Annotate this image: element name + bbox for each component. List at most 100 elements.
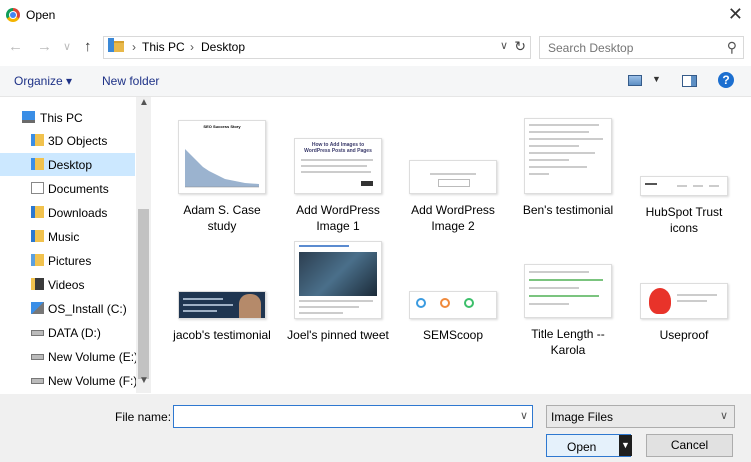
text-line: [430, 173, 476, 175]
input-mark: [438, 179, 470, 187]
back-arrow-icon[interactable]: ←: [8, 38, 23, 55]
3d-objects-folder-icon: [31, 134, 44, 146]
file-name: Add WordPress Image 2: [411, 203, 495, 233]
file-thumbnail: [178, 291, 266, 319]
file-name: Useproof: [659, 328, 709, 342]
text-line: [299, 312, 343, 314]
computer-icon: [22, 111, 35, 123]
chevron-down-icon[interactable]: ∨: [520, 409, 528, 422]
file-name: HubSpot Trust icons: [645, 205, 723, 235]
view-options-dropdown-icon[interactable]: ▼: [652, 74, 661, 84]
window-title: Open: [26, 8, 56, 22]
file-type-select[interactable]: Image Files ∨: [546, 405, 735, 428]
thumbnail-graph: [185, 149, 259, 188]
sidebar-item-3d-objects[interactable]: 3D Objects: [0, 129, 135, 152]
breadcrumb-this-pc[interactable]: This PC: [142, 40, 185, 54]
sidebar-item-downloads[interactable]: Downloads: [0, 201, 135, 224]
breadcrumb-desktop[interactable]: Desktop: [201, 40, 245, 54]
text-line: [529, 166, 587, 168]
tab-strip-mark: [299, 245, 349, 247]
sidebar-item-this-pc[interactable]: This PC: [0, 106, 135, 129]
downloads-icon: [31, 206, 44, 218]
gauge-mark: [440, 298, 450, 308]
sidebar-item-new-volume-e[interactable]: New Volume (E:): [0, 345, 138, 368]
open-button-label: Open: [567, 440, 597, 454]
search-box[interactable]: ⚲: [539, 36, 744, 59]
sidebar-scrollbar[interactable]: ▲ ▼: [136, 97, 151, 393]
sidebar-item-new-volume-f[interactable]: New Volume (F:): [0, 369, 138, 392]
logo-mark: [677, 185, 687, 187]
cancel-button[interactable]: Cancel: [646, 434, 733, 457]
text-line: [301, 171, 371, 173]
file-name: SEMScoop: [422, 328, 484, 342]
change-view-icon[interactable]: [628, 75, 642, 86]
desktop-folder-icon: [31, 158, 44, 170]
search-icon[interactable]: ⚲: [727, 39, 737, 56]
text-line: [677, 300, 707, 302]
text-line: [529, 295, 599, 297]
music-icon: [31, 230, 44, 242]
desktop-folder-icon: [108, 38, 124, 52]
sidebar-item-label: Downloads: [48, 206, 108, 220]
logo-mark: [693, 185, 703, 187]
file-item[interactable]: HubSpot Trust icons: [630, 176, 738, 236]
file-item[interactable]: Joel's pinned tweet: [284, 241, 392, 343]
address-dropdown-icon[interactable]: ∨: [500, 39, 508, 52]
sidebar-item-documents[interactable]: Documents: [0, 177, 135, 200]
sidebar-item-label: This PC: [40, 111, 83, 125]
forward-arrow-icon[interactable]: →: [37, 38, 52, 55]
file-thumbnail: SEO Success Story: [178, 120, 266, 194]
new-folder-button[interactable]: New folder: [102, 74, 159, 88]
scrollbar-thumb[interactable]: [138, 209, 149, 379]
drive-icon: [31, 354, 44, 360]
sidebar-item-os-install-c[interactable]: OS_Install (C:): [0, 297, 135, 320]
file-item[interactable]: SEO Success Story Adam S. Case study: [168, 120, 276, 234]
file-item[interactable]: jacob's testimonial: [168, 291, 276, 343]
sidebar-item-videos[interactable]: Videos: [0, 273, 135, 296]
file-thumbnail: How to Add Images to WordPress Posts and…: [294, 138, 382, 194]
file-name: jacob's testimonial: [173, 328, 271, 342]
flame-logo-icon: [649, 288, 671, 314]
text-line: [529, 138, 603, 140]
open-button[interactable]: Open ▼: [546, 434, 632, 457]
recent-locations-chevron-icon[interactable]: ∨: [63, 40, 71, 53]
file-item[interactable]: SEMScoop: [399, 291, 507, 343]
sidebar-item-label: DATA (D:): [48, 326, 101, 340]
open-split-dropdown-icon[interactable]: ▼: [619, 435, 632, 456]
sidebar-item-label: 3D Objects: [48, 134, 108, 148]
text-line: [529, 271, 589, 273]
file-name: Joel's pinned tweet: [287, 328, 389, 342]
file-item[interactable]: Title Length -- Karola: [514, 264, 622, 358]
file-name-combobox[interactable]: ∨: [173, 405, 533, 428]
file-name-label: File name:: [115, 410, 172, 424]
chevron-down-icon[interactable]: ∨: [720, 409, 728, 422]
breadcrumb-separator: ›: [190, 40, 194, 54]
scroll-up-icon[interactable]: ▲: [139, 97, 149, 108]
file-item[interactable]: Useproof: [630, 283, 738, 343]
title-bar: Open ✕: [0, 0, 751, 30]
organize-menu-button[interactable]: Organize ▾: [14, 74, 72, 88]
search-input[interactable]: [546, 40, 720, 56]
file-type-value: Image Files: [551, 410, 614, 424]
address-bar[interactable]: › This PC › Desktop ∨ ↻: [103, 36, 531, 59]
scroll-down-icon[interactable]: ▼: [139, 375, 149, 386]
sidebar-item-data-d[interactable]: DATA (D:): [0, 321, 135, 344]
sidebar-item-label: OS_Install (C:): [48, 302, 127, 316]
close-icon[interactable]: ✕: [728, 4, 743, 25]
up-arrow-icon[interactable]: ↑: [84, 38, 92, 55]
dialog-footer: File name: ∨ Image Files ∨ Open ▼ Cancel: [0, 394, 751, 462]
drive-icon: [31, 330, 44, 336]
preview-pane-icon[interactable]: [682, 75, 697, 87]
sidebar-item-pictures[interactable]: Pictures: [0, 249, 135, 272]
file-item[interactable]: Add WordPress Image 2: [399, 160, 507, 234]
file-name-input[interactable]: [176, 406, 510, 427]
refresh-icon[interactable]: ↻: [514, 38, 526, 55]
text-line: [529, 152, 595, 154]
file-name: Title Length -- Karola: [531, 327, 605, 357]
file-item[interactable]: Ben's testimonial: [514, 118, 622, 218]
sidebar-item-label: New Volume (F:): [48, 374, 138, 388]
help-icon[interactable]: ?: [718, 72, 734, 88]
sidebar-item-desktop[interactable]: Desktop: [0, 153, 135, 176]
sidebar-item-music[interactable]: Music: [0, 225, 135, 248]
file-item[interactable]: How to Add Images to WordPress Posts and…: [284, 138, 392, 234]
